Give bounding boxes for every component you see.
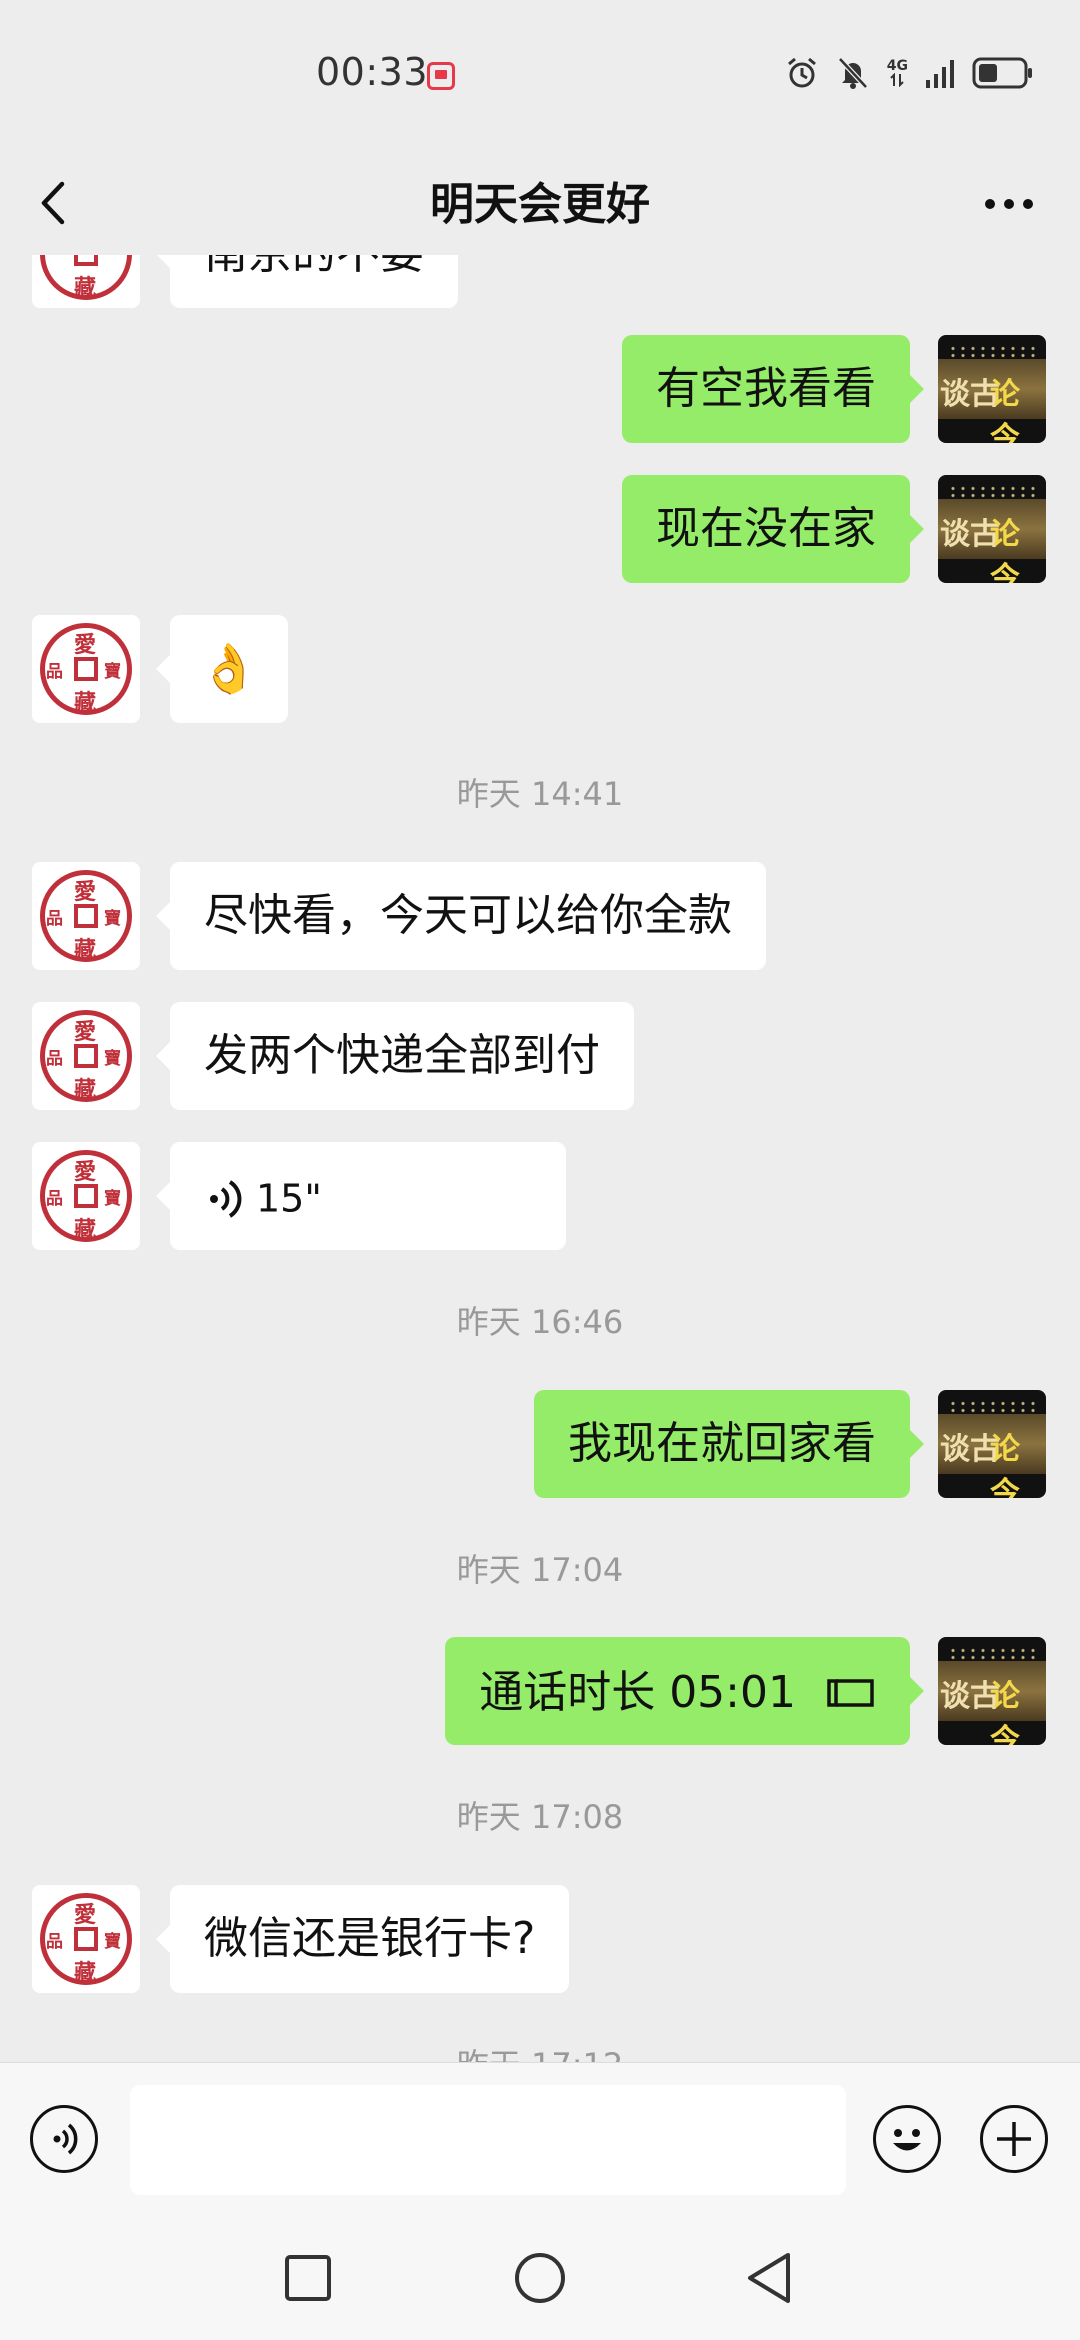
alarm-icon [787, 57, 816, 88]
app-notification-icon [427, 62, 455, 90]
voice-input-icon [53, 2123, 78, 2155]
chat-header: 明天会更好 [0, 150, 1080, 260]
message-bubble[interactable]: 我现在就回家看 [534, 1390, 924, 1498]
voice-input-button[interactable] [30, 2105, 98, 2173]
plus-button[interactable] [980, 2105, 1048, 2173]
recent-apps-icon[interactable] [283, 2253, 333, 2303]
call-duration-text: 通话时长 05:01 [479, 1667, 796, 1718]
status-time: 00:33 [316, 50, 429, 94]
message-bubble[interactable]: 南京的不要 [156, 255, 458, 308]
chat-messages[interactable]: 愛 藏 南京的不要 有空我看看 谈古 论今 现在没在家 谈古 论今 愛 品 寶 … [0, 255, 1080, 2062]
emoji-icon [893, 2129, 921, 2151]
call-record-message[interactable]: 通话时长 05:01 [445, 1637, 924, 1745]
data-arrows-icon [890, 72, 905, 87]
battery-icon [972, 57, 1032, 89]
contact-avatar[interactable]: 愛 品 寶 藏 [32, 615, 140, 723]
contact-avatar[interactable]: 愛 品 寶 藏 [32, 862, 140, 970]
network-type: 4G [887, 59, 908, 87]
voice-message[interactable]: 15" [156, 1142, 566, 1250]
signal-icon [926, 60, 954, 88]
back-nav-icon[interactable] [744, 2250, 794, 2306]
timestamp: 昨天 17:12 [0, 2040, 1080, 2062]
more-button[interactable] [974, 174, 1044, 234]
timestamp: 昨天 16:46 [456, 1303, 624, 1341]
self-avatar[interactable]: 谈古 论今 [938, 1637, 1046, 1745]
self-avatar[interactable]: 谈古 论今 [938, 475, 1046, 583]
voice-duration: 15" [256, 1176, 322, 1221]
plus-icon [997, 2122, 1031, 2156]
message-bubble[interactable]: 现在没在家 [622, 475, 924, 583]
contact-avatar[interactable]: 愛 品 寶 藏 [32, 1142, 140, 1250]
timestamp: 昨天 14:41 [456, 775, 624, 813]
home-icon[interactable] [512, 2250, 568, 2306]
contact-avatar[interactable]: 愛 品 寶 藏 [32, 1002, 140, 1110]
message-bubble[interactable]: 微信还是银行卡? [155, 1885, 570, 1993]
status-icons: 4G [785, 56, 1034, 90]
system-nav-bar [0, 2217, 1080, 2340]
voice-message-icon [210, 1179, 242, 1218]
timestamp: 昨天 17:04 [456, 1551, 624, 1589]
more-dots-icon [985, 199, 1033, 209]
message-bubble[interactable]: 尽快看，今天可以给你全款 [156, 862, 766, 970]
message-bubble[interactable]: 有空我看看 [622, 335, 924, 443]
self-avatar[interactable]: 谈古 论今 [938, 335, 1046, 443]
voice-call-icon [827, 1679, 874, 1707]
self-avatar[interactable]: 谈古 论今 [938, 1390, 1046, 1498]
input-bar [0, 2062, 1080, 2218]
timestamp: 昨天 17:08 [456, 1798, 624, 1836]
emoji-message[interactable]: 👌 [156, 615, 288, 723]
mute-icon [837, 57, 868, 89]
emoji-button[interactable] [873, 2105, 941, 2173]
contact-avatar[interactable]: 愛 藏 [32, 255, 140, 308]
message-input[interactable] [130, 2085, 846, 2195]
message-bubble[interactable]: 发两个快递全部到付 [156, 1002, 634, 1110]
chat-title: 明天会更好 [430, 179, 650, 230]
status-bar: 00:33 4G [0, 0, 1080, 150]
contact-avatar[interactable]: 愛 品 寶 藏 [32, 1885, 140, 1993]
